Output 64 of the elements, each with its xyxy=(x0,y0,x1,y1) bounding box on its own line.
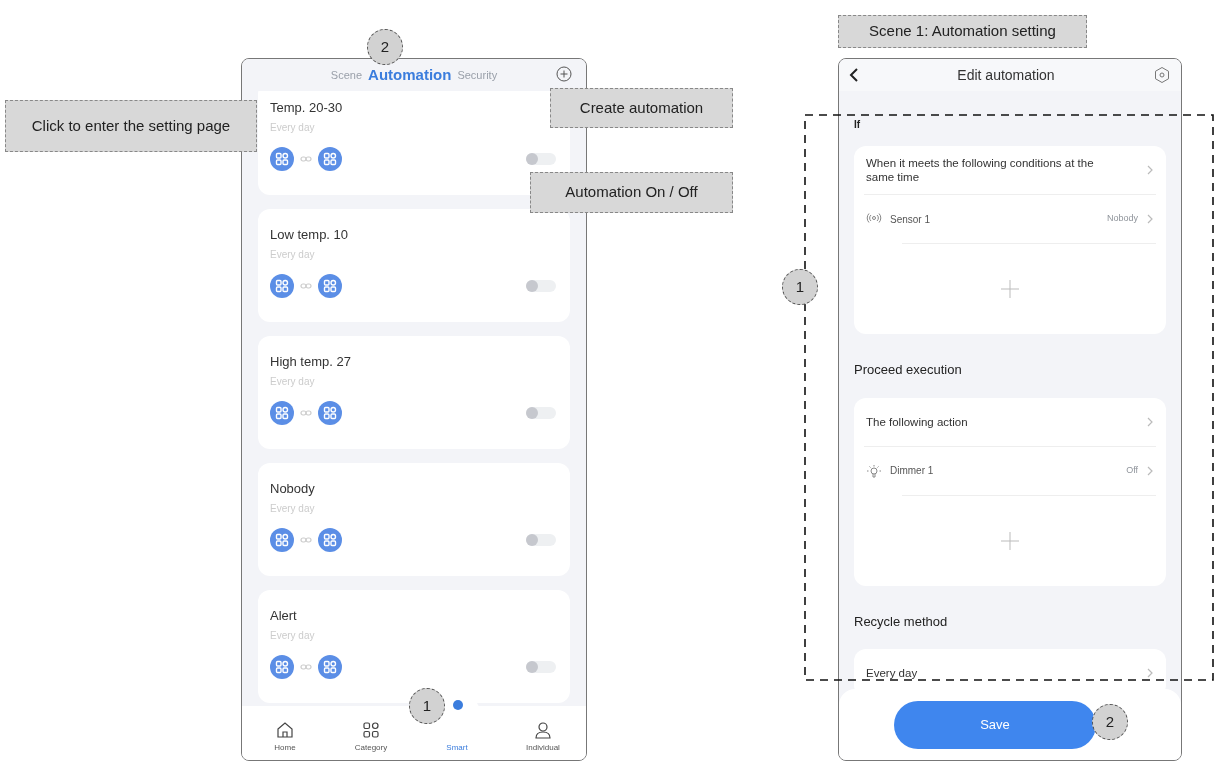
callout-label: Automation On / Off xyxy=(530,172,733,213)
device-icon xyxy=(318,274,342,298)
nav-item[interactable]: Category xyxy=(354,721,388,754)
tab[interactable]: Automation xyxy=(368,63,452,87)
callout-label: Create automation xyxy=(550,88,733,128)
device-name: Dimmer 1 xyxy=(890,464,935,478)
device-state: Nobody xyxy=(1106,212,1138,226)
link-icon xyxy=(300,663,312,671)
dot-icon xyxy=(453,700,464,710)
automation-title: Nobody xyxy=(270,480,316,498)
link-icon xyxy=(300,155,312,163)
signal-icon xyxy=(866,212,882,226)
plus-icon[interactable] xyxy=(1000,530,1020,551)
nav-item[interactable]: Home xyxy=(274,721,296,754)
chevron-icon[interactable] xyxy=(1146,464,1154,477)
device-icon xyxy=(270,528,294,552)
device-name: Sensor 1 xyxy=(890,212,932,227)
summary-text: When it meets the following conditions at the same time xyxy=(866,156,1095,184)
add-icon[interactable] xyxy=(556,66,572,82)
step-marker: 1 xyxy=(782,269,818,305)
chevron-icon[interactable] xyxy=(1146,415,1154,428)
device-icon xyxy=(318,401,342,425)
device-icon xyxy=(270,655,294,679)
device-icon xyxy=(270,274,294,298)
device-icon xyxy=(318,655,342,679)
chevron-icon[interactable] xyxy=(1146,213,1154,225)
bulb-icon xyxy=(866,463,882,478)
toggle-switch[interactable] xyxy=(526,534,556,546)
nav-item[interactable]: Smart xyxy=(446,742,468,754)
chevron-icon[interactable] xyxy=(1146,667,1154,679)
device-state: Off xyxy=(1126,463,1138,477)
toggle-switch[interactable] xyxy=(526,407,556,419)
device-icon xyxy=(270,401,294,425)
save-button[interactable]: Save xyxy=(894,700,1096,749)
automation-title: High temp. 27 xyxy=(270,353,352,371)
step-marker: 2 xyxy=(367,29,403,65)
automation-title: Alert xyxy=(270,607,298,625)
device-icon xyxy=(318,147,342,171)
link-icon xyxy=(300,282,312,290)
toggle-switch[interactable] xyxy=(526,280,556,292)
summary-text: The following action xyxy=(866,414,969,429)
section-heading: If xyxy=(854,118,862,132)
section-heading: Recycle method xyxy=(854,612,949,631)
toggle-switch[interactable] xyxy=(526,153,556,165)
back-icon[interactable] xyxy=(849,67,859,83)
device-icon xyxy=(318,528,342,552)
home-icon xyxy=(276,721,294,739)
chevron-icon[interactable] xyxy=(1146,164,1154,176)
automation-title: Temp. 20-30 xyxy=(270,99,344,117)
device-icon xyxy=(270,147,294,171)
toggle-switch[interactable] xyxy=(526,661,556,673)
section-heading: Proceed execution xyxy=(854,361,963,379)
person-icon xyxy=(534,721,552,739)
grid-icon xyxy=(362,721,380,739)
plus-icon[interactable] xyxy=(1000,279,1020,299)
nav-item[interactable]: Individual xyxy=(526,721,560,754)
settings-icon[interactable] xyxy=(1153,66,1171,84)
automation-title: Low temp. 10 xyxy=(270,226,350,244)
callout-label: Scene 1: Automation setting xyxy=(838,15,1087,48)
link-icon xyxy=(300,536,312,544)
screen-title: Edit automation xyxy=(956,65,1056,85)
callout-label: Click to enter the setting page xyxy=(5,100,257,152)
link-icon xyxy=(300,409,312,417)
summary-text: Every day xyxy=(866,666,919,680)
